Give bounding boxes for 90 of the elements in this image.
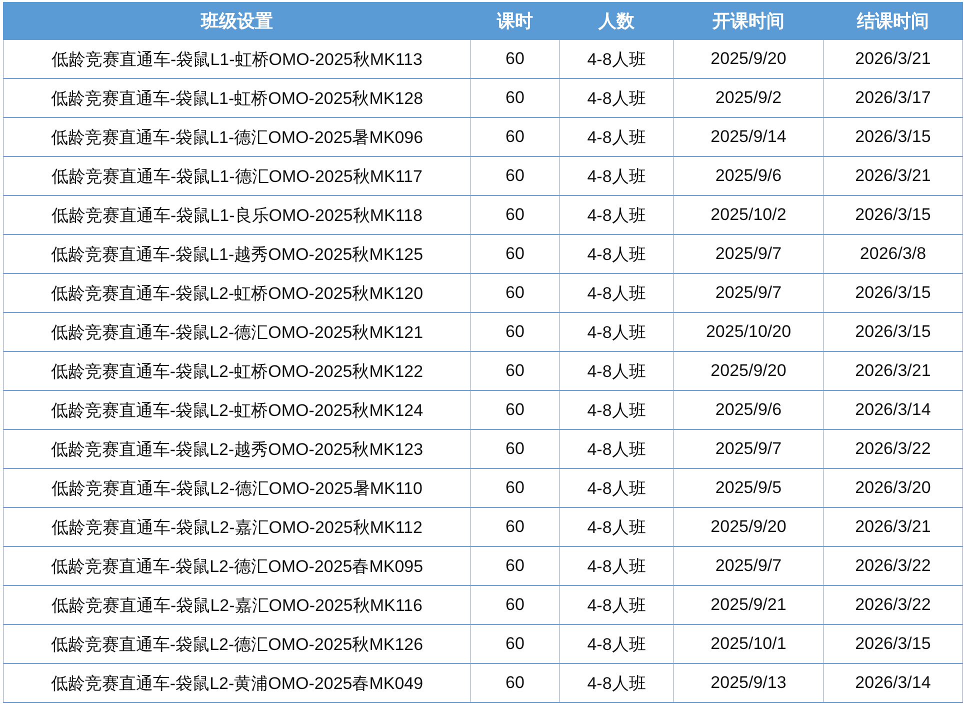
table-cell: 2026/3/15 [824, 312, 962, 352]
table-cell: 2026/3/22 [824, 546, 962, 586]
table-cell: 2026/3/15 [824, 624, 962, 664]
table-cell: 2025/9/5 [674, 468, 824, 508]
table-cell: 2026/3/22 [824, 430, 962, 468]
table-cell: 2025/9/7 [674, 234, 824, 274]
table-cell: 低龄竞赛直通车-袋鼠L2-虹桥OMO-2025秋MK120 [4, 274, 470, 312]
table-cell: 60 [470, 40, 560, 78]
table-cell: 4-8人班 [560, 468, 674, 508]
table-cell: 60 [470, 234, 560, 274]
table-cell: 2025/9/20 [674, 40, 824, 78]
table-cell: 60 [470, 508, 560, 546]
table-cell: 2025/9/21 [674, 586, 824, 624]
table-cell: 低龄竞赛直通车-袋鼠L2-黄浦OMO-2025春MK049 [4, 664, 470, 702]
table-cell: 4-8人班 [560, 352, 674, 390]
table-cell: 60 [470, 118, 560, 156]
table-cell: 60 [470, 156, 560, 196]
table-cell: 4-8人班 [560, 118, 674, 156]
table-cell: 2025/9/6 [674, 156, 824, 196]
table-cell: 2026/3/21 [824, 508, 962, 546]
table-cell: 60 [470, 274, 560, 312]
table-cell: 2025/9/7 [674, 546, 824, 586]
table-cell: 2025/9/13 [674, 664, 824, 702]
table-cell: 低龄竞赛直通车-袋鼠L2-嘉汇OMO-2025秋MK112 [4, 508, 470, 546]
table-cell: 4-8人班 [560, 312, 674, 352]
table-cell: 2025/9/20 [674, 508, 824, 546]
table-cell: 4-8人班 [560, 78, 674, 118]
table-cell: 低龄竞赛直通车-袋鼠L1-虹桥OMO-2025秋MK113 [4, 40, 470, 78]
table-cell: 4-8人班 [560, 40, 674, 78]
table-cell: 4-8人班 [560, 664, 674, 702]
table-cell: 低龄竞赛直通车-袋鼠L2-越秀OMO-2025秋MK123 [4, 430, 470, 468]
table-cell: 4-8人班 [560, 274, 674, 312]
table-cell: 2026/3/17 [824, 78, 962, 118]
table-cell: 60 [470, 78, 560, 118]
table-cell: 4-8人班 [560, 196, 674, 234]
table-cell: 低龄竞赛直通车-袋鼠L2-德汇OMO-2025暑MK110 [4, 468, 470, 508]
table-cell: 低龄竞赛直通车-袋鼠L2-德汇OMO-2025秋MK126 [4, 624, 470, 664]
table-cell: 2025/9/7 [674, 274, 824, 312]
table-cell: 4-8人班 [560, 586, 674, 624]
table-cell: 低龄竞赛直通车-袋鼠L1-德汇OMO-2025暑MK096 [4, 118, 470, 156]
table-cell: 低龄竞赛直通车-袋鼠L2-虹桥OMO-2025秋MK124 [4, 390, 470, 430]
table-cell: 4-8人班 [560, 430, 674, 468]
table-cell: 2026/3/21 [824, 40, 962, 78]
table-cell: 2026/3/15 [824, 274, 962, 312]
table-cell: 2025/9/7 [674, 430, 824, 468]
table-cell: 2026/3/8 [824, 234, 962, 274]
table-cell: 60 [470, 546, 560, 586]
table-cell: 2026/3/14 [824, 664, 962, 702]
table-cell: 4-8人班 [560, 234, 674, 274]
table-cell: 2026/3/15 [824, 118, 962, 156]
table-cell: 2026/3/14 [824, 390, 962, 430]
table-cell: 60 [470, 468, 560, 508]
table-cell: 2025/9/2 [674, 78, 824, 118]
table-cell: 60 [470, 196, 560, 234]
table-cell: 低龄竞赛直通车-袋鼠L2-德汇OMO-2025春MK095 [4, 546, 470, 586]
column-header: 课时 [470, 2, 560, 40]
table-cell: 60 [470, 624, 560, 664]
table-cell: 4-8人班 [560, 624, 674, 664]
table-cell: 2025/10/2 [674, 196, 824, 234]
table-cell: 4-8人班 [560, 156, 674, 196]
table-cell: 低龄竞赛直通车-袋鼠L1-越秀OMO-2025秋MK125 [4, 234, 470, 274]
table-cell: 低龄竞赛直通车-袋鼠L2-嘉汇OMO-2025秋MK116 [4, 586, 470, 624]
table-cell: 60 [470, 430, 560, 468]
table-cell: 2025/10/20 [674, 312, 824, 352]
table-cell: 低龄竞赛直通车-袋鼠L1-虹桥OMO-2025秋MK128 [4, 78, 470, 118]
table-cell: 4-8人班 [560, 390, 674, 430]
table-cell: 60 [470, 390, 560, 430]
column-header: 班级设置 [4, 2, 470, 40]
table-cell: 2026/3/21 [824, 156, 962, 196]
table-cell: 60 [470, 312, 560, 352]
table-cell: 低龄竞赛直通车-袋鼠L1-德汇OMO-2025秋MK117 [4, 156, 470, 196]
table-cell: 4-8人班 [560, 508, 674, 546]
table-cell: 60 [470, 352, 560, 390]
column-header: 结课时间 [824, 2, 962, 40]
table-cell: 2026/3/15 [824, 196, 962, 234]
table-cell: 2026/3/21 [824, 352, 962, 390]
table-cell: 60 [470, 586, 560, 624]
table-cell: 低龄竞赛直通车-袋鼠L1-良乐OMO-2025秋MK118 [4, 196, 470, 234]
table-cell: 2025/9/14 [674, 118, 824, 156]
table-cell: 2026/3/20 [824, 468, 962, 508]
column-header: 人数 [560, 2, 674, 40]
table-cell: 2025/9/20 [674, 352, 824, 390]
table-cell: 60 [470, 664, 560, 702]
table-cell: 2026/3/22 [824, 586, 962, 624]
table-cell: 4-8人班 [560, 546, 674, 586]
table-cell: 低龄竞赛直通车-袋鼠L2-虹桥OMO-2025秋MK122 [4, 352, 470, 390]
table-cell: 2025/9/6 [674, 390, 824, 430]
table-cell: 2025/10/1 [674, 624, 824, 664]
column-header: 开课时间 [674, 2, 824, 40]
table-cell: 低龄竞赛直通车-袋鼠L2-德汇OMO-2025秋MK121 [4, 312, 470, 352]
